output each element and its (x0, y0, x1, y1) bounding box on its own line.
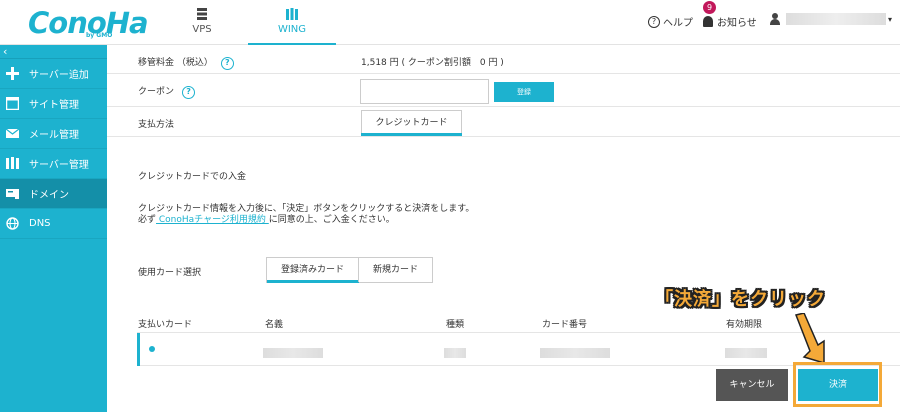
window-icon (6, 97, 19, 110)
column-header: カード番号 (542, 320, 588, 330)
tab-new-card-label: 新規カード (372, 265, 418, 275)
sidebar-item-label: メール管理 (29, 130, 79, 141)
tab-registered-card[interactable]: 登録済みカード (267, 258, 359, 283)
sidebar-item-label: ドメイン (29, 190, 69, 201)
plus-icon (6, 67, 19, 80)
card-select-label: 使用カード選択 (138, 268, 202, 278)
logo-sub-text: by GMO (86, 32, 113, 39)
user-icon (770, 13, 780, 25)
transfer-fee-value: 1,518 円 ( クーポン割引額 0 円 ) (361, 58, 504, 68)
selected-row-indicator (137, 333, 140, 366)
arrow-down-icon (794, 313, 825, 365)
divider (107, 136, 900, 137)
cancel-button[interactable]: キャンセル (716, 369, 788, 401)
card-expiry-redacted (725, 348, 767, 358)
instruction-callout: 「決済」をクリック (655, 289, 826, 310)
main-content: 移管料金 （税込）? 1,518 円 ( クーポン割引額 0 円 ) クーポン?… (107, 45, 900, 412)
tab-credit-card-label: クレジットカード (375, 118, 448, 128)
coupon-label: クーポン? (138, 84, 196, 99)
bell-icon (703, 16, 713, 27)
mail-icon (6, 128, 19, 138)
sidebar-item-dns[interactable]: DNS (0, 209, 107, 239)
tab-new-card[interactable]: 新規カード (357, 258, 432, 282)
sidebar-item-label: サーバー追加 (29, 70, 89, 81)
globe-icon (6, 217, 19, 230)
card-radio-button[interactable] (149, 346, 155, 352)
terms-link[interactable]: ConoHaチャージ利用規約 (156, 215, 269, 225)
tab-wing[interactable]: WING (248, 0, 336, 46)
sidebar-item-label: DNS (29, 218, 51, 229)
sidebar-item-add-server[interactable]: サーバー追加 (0, 59, 107, 89)
card-type-redacted (444, 348, 466, 358)
card-tabs: 登録済みカード 新規カード (266, 257, 433, 283)
card-holder-redacted (263, 348, 323, 358)
sidebar-item-mail-management[interactable]: メール管理 (0, 119, 107, 149)
transfer-fee-row: 移管料金 （税込）? 1,518 円 ( クーポン割引額 0 円 ) (107, 45, 900, 74)
column-header: 支払いカード (138, 320, 193, 330)
tab-registered-card-label: 登録済みカード (280, 265, 344, 275)
coupon-label-text: クーポン (138, 87, 175, 97)
user-menu[interactable]: ▾ (770, 13, 892, 25)
table-row[interactable] (137, 332, 900, 366)
sidebar-item-server-management[interactable]: サーバー管理 (0, 149, 107, 179)
help-label: ヘルプ (663, 18, 693, 29)
tab-vps-label: VPS (192, 24, 212, 35)
user-name-redacted (786, 13, 886, 25)
column-header: 名義 (265, 320, 284, 330)
transfer-fee-label-text: 移管料金 （税込） (138, 58, 213, 68)
notice-link[interactable]: お知らせ (703, 14, 757, 29)
server-icon (6, 157, 19, 169)
conoha-logo[interactable]: ConoHa by GMO (28, 6, 149, 40)
sidebar-collapse-button[interactable]: ‹ (0, 45, 107, 59)
sidebar: ‹ サーバー追加 サイト管理 メール管理 サーバー管理 ドメイン DNS (0, 45, 107, 412)
active-tab-indicator (267, 280, 359, 283)
sidebar-item-label: サーバー管理 (29, 160, 89, 171)
column-header: 種類 (446, 320, 465, 330)
top-bar: ConoHa by GMO VPS WING ? ヘルプ 9 お知らせ ▾ (0, 0, 900, 46)
notice-label: お知らせ (717, 18, 757, 29)
payment-method-label: 支払方法 (138, 120, 175, 130)
terms-suffix: に同意の上、ご入金ください。 (268, 215, 395, 225)
notice-count-badge: 9 (703, 1, 716, 14)
terms-text: 必ず ConoHaチャージ利用規約 に同意の上、ご入金ください。 (138, 212, 395, 225)
tab-vps[interactable]: VPS (159, 0, 245, 45)
chevron-down-icon: ▾ (888, 14, 893, 24)
terms-prefix: 必ず (138, 215, 157, 225)
transfer-fee-label: 移管料金 （税込）? (138, 55, 234, 70)
question-icon[interactable]: ? (220, 57, 234, 70)
column-header: 有効期限 (726, 320, 763, 330)
pay-button[interactable]: 決済 (798, 369, 878, 401)
coupon-input[interactable] (360, 79, 489, 104)
sidebar-item-site-management[interactable]: サイト管理 (0, 89, 107, 119)
question-icon: ? (648, 15, 660, 28)
sidebar-item-domain[interactable]: ドメイン (0, 179, 107, 209)
section-title: クレジットカードでの入金 (138, 172, 247, 182)
wing-icon (286, 8, 298, 20)
coupon-register-button[interactable]: 登録 (494, 82, 554, 102)
domain-icon (6, 189, 19, 199)
tab-wing-label: WING (277, 24, 307, 35)
sidebar-item-label: サイト管理 (29, 100, 79, 111)
tab-credit-card[interactable]: クレジットカード (361, 110, 462, 136)
card-number-redacted (540, 348, 610, 358)
help-link[interactable]: ? ヘルプ (648, 14, 693, 29)
question-icon[interactable]: ? (182, 86, 196, 99)
server-stack-icon (197, 8, 207, 20)
